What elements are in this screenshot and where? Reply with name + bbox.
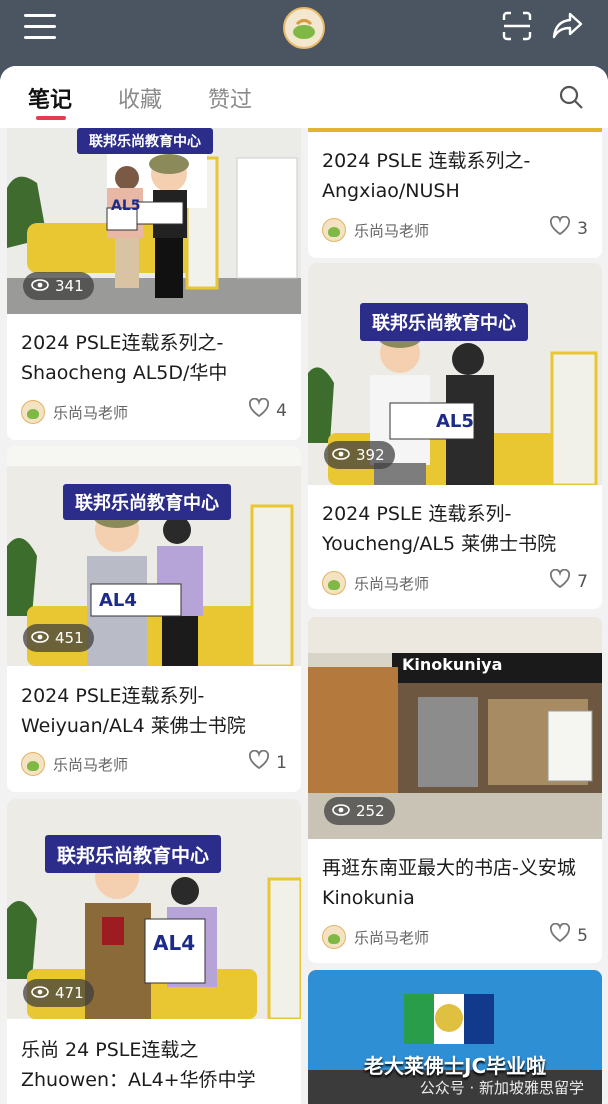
- eye-icon: [31, 624, 49, 652]
- store-sign: Kinokuniya: [402, 655, 503, 674]
- banner-sign: 联邦乐尚教育中心: [360, 303, 528, 341]
- author-info: 乐尚马老师: [322, 571, 429, 595]
- heart-icon: [549, 922, 571, 948]
- eye-icon: [332, 441, 350, 469]
- watermark: 公众号 · 新加坡雅思留学: [419, 1079, 584, 1097]
- author-info: 乐尚马老师: [21, 752, 128, 776]
- eye-icon: [332, 797, 350, 825]
- note-title: 2024 PSLE 连载系列- Youcheng/AL5 莱佛士书院: [322, 503, 557, 555]
- al-sign: AL4: [153, 931, 196, 955]
- like-button[interactable]: 1: [248, 749, 287, 775]
- note-photo: 联邦乐尚教育中心 AL4 451: [7, 446, 301, 666]
- heart-icon: [549, 568, 571, 594]
- like-count: 5: [577, 925, 588, 946]
- like-count: 3: [577, 218, 588, 239]
- content-sheet: 笔记 收藏 赞过 联邦乐尚教育中心 AL5 341 2024 PSLE连载系列之…: [0, 66, 608, 1104]
- author-name: 乐尚马老师: [53, 403, 129, 422]
- note-card[interactable]: 联邦乐尚教育中心 AL4 451 2024 PSLE连载系列- Weiyuan/…: [7, 446, 301, 792]
- tab-label: 收藏: [118, 88, 163, 113]
- avatar: [322, 925, 346, 949]
- avatar: [322, 218, 346, 242]
- author-name: 乐尚马老师: [354, 928, 430, 947]
- like-count: 7: [577, 571, 588, 592]
- heart-icon: [549, 215, 571, 241]
- like-button[interactable]: 7: [549, 568, 588, 594]
- note-photo: 联邦乐尚教育中心 AL5 341: [7, 128, 301, 314]
- note-card[interactable]: 2024 PSLE 连载系列之- Angxiao/NUSH 乐尚马老师 3: [308, 128, 602, 258]
- author-name: 乐尚马老师: [354, 221, 430, 240]
- tab-bar: 笔记 收藏 赞过: [0, 66, 608, 128]
- al-sign: AL4: [99, 590, 137, 611]
- tab-label: 赞过: [208, 88, 253, 113]
- scan-icon[interactable]: [502, 11, 532, 41]
- like-count: 1: [276, 752, 287, 773]
- like-button[interactable]: 5: [549, 922, 588, 948]
- like-count: 4: [276, 400, 287, 421]
- author-name: 乐尚马老师: [53, 755, 129, 774]
- view-count-badge: 471: [23, 979, 94, 1007]
- heart-icon: [248, 749, 270, 775]
- tab-liked[interactable]: 赞过: [208, 82, 252, 114]
- note-title: 乐尚 24 PSLE连载之 Zhuowen：AL4+华侨中学: [21, 1039, 256, 1091]
- search-icon[interactable]: [558, 84, 584, 110]
- note-photo: 联邦乐尚教育中心 AL4 471: [7, 799, 301, 1019]
- menu-icon[interactable]: [24, 14, 56, 40]
- note-card[interactable]: 老大莱佛士JC毕业啦 公众号 · 新加坡雅思留学: [308, 970, 602, 1104]
- note-title: 再逛东南亚最大的书店-义安城 Kinokunia: [322, 857, 576, 909]
- author-info: 乐尚马老师: [322, 925, 429, 949]
- author-info: 乐尚马老师: [322, 218, 429, 242]
- note-photo: Kinokuniya 252: [308, 617, 602, 839]
- heart-icon: [248, 397, 270, 423]
- note-card[interactable]: Kinokuniya 252 再逛东南亚最大的书店-义安城 Kinokunia …: [308, 617, 602, 963]
- banner-sign: 联邦乐尚教育中心: [45, 835, 222, 873]
- tab-notes[interactable]: 笔记: [28, 82, 73, 120]
- view-count-badge: 341: [23, 272, 94, 300]
- author-name: 乐尚马老师: [354, 574, 430, 593]
- note-title: 2024 PSLE连载系列之- Shaocheng AL5D/华中: [21, 332, 228, 384]
- tab-favorites[interactable]: 收藏: [118, 82, 162, 114]
- avatar: [21, 752, 45, 776]
- share-icon[interactable]: [552, 11, 584, 41]
- app-logo: [283, 7, 325, 49]
- view-count-badge: 252: [324, 797, 395, 825]
- avatar: [21, 400, 45, 424]
- promo-text: 老大莱佛士JC毕业啦: [364, 1054, 547, 1078]
- eye-icon: [31, 979, 49, 1007]
- top-app-bar: [0, 0, 608, 66]
- note-photo: 联邦乐尚教育中心 AL5 392: [308, 263, 602, 485]
- active-tab-indicator: [36, 116, 66, 120]
- view-count: 392: [356, 446, 385, 464]
- author-info: 乐尚马老师: [21, 400, 128, 424]
- al-sign: AL5: [436, 411, 474, 432]
- view-count: 451: [55, 629, 84, 647]
- note-photo-edge: [308, 128, 602, 132]
- note-title: 2024 PSLE连载系列- Weiyuan/AL4 莱佛士书院: [21, 685, 246, 737]
- banner-sign: 联邦乐尚教育中心: [77, 128, 213, 154]
- note-title: 2024 PSLE 连载系列之- Angxiao/NUSH: [322, 150, 531, 202]
- note-photo: 老大莱佛士JC毕业啦 公众号 · 新加坡雅思留学: [308, 970, 602, 1104]
- tab-label: 笔记: [28, 88, 73, 113]
- view-count-badge: 451: [23, 624, 94, 652]
- banner-sign: 联邦乐尚教育中心: [63, 484, 231, 520]
- note-card[interactable]: 联邦乐尚教育中心 AL5 341 2024 PSLE连载系列之- Shaoche…: [7, 128, 301, 440]
- note-card[interactable]: 联邦乐尚教育中心 AL5 392 2024 PSLE 连载系列- Youchen…: [308, 263, 602, 609]
- view-count: 471: [55, 984, 84, 1002]
- view-count-badge: 392: [324, 441, 395, 469]
- al-sign: AL5: [111, 198, 141, 214]
- eye-icon: [31, 272, 49, 300]
- note-card[interactable]: 联邦乐尚教育中心 AL4 471 乐尚 24 PSLE连载之 Zhuowen：A…: [7, 799, 301, 1104]
- view-count: 252: [356, 802, 385, 820]
- like-button[interactable]: 4: [248, 397, 287, 423]
- avatar: [322, 571, 346, 595]
- like-button[interactable]: 3: [549, 215, 588, 241]
- view-count: 341: [55, 277, 84, 295]
